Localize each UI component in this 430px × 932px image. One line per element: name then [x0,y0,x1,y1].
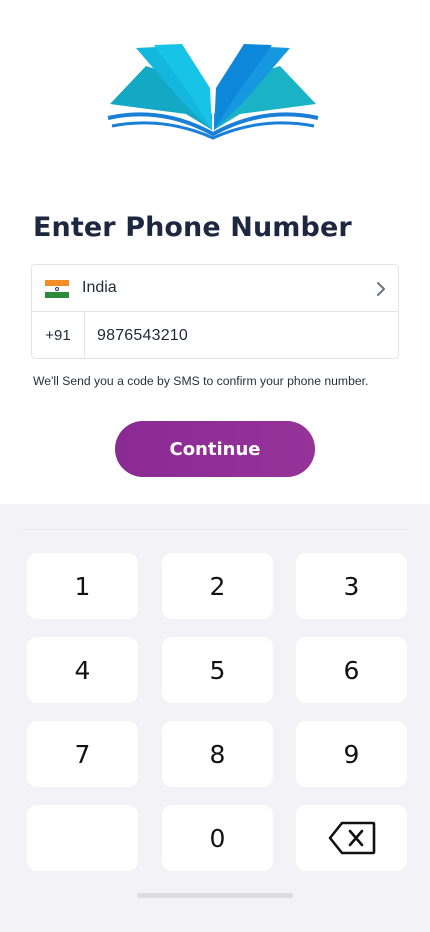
india-flag-icon [45,280,69,298]
country-name: India [82,279,117,296]
dial-code[interactable]: +91 [32,312,85,359]
key-1[interactable]: 1 [27,553,138,619]
numeric-keypad: 1 2 3 4 5 6 7 8 9 0 [0,504,430,932]
key-6[interactable]: 6 [296,637,407,703]
phone-number-row: +91 [32,312,398,359]
key-3[interactable]: 3 [296,553,407,619]
backspace-icon [328,821,375,855]
country-selector[interactable]: India [32,265,398,312]
key-0[interactable]: 0 [162,805,273,871]
home-indicator [137,893,293,898]
continue-button[interactable]: Continue [115,421,315,477]
key-blank [27,805,138,871]
key-7[interactable]: 7 [27,721,138,787]
book-logo-icon [107,44,319,140]
sms-hint-text: We'll Send you a code by SMS to confirm … [33,374,369,388]
page-title: Enter Phone Number [33,212,352,243]
key-5[interactable]: 5 [162,637,273,703]
phone-number-input[interactable] [86,312,398,359]
key-4[interactable]: 4 [27,637,138,703]
key-9[interactable]: 9 [296,721,407,787]
key-2[interactable]: 2 [162,553,273,619]
delete-key[interactable] [296,805,407,871]
keypad-divider [22,529,408,530]
chevron-right-icon [377,282,385,296]
key-8[interactable]: 8 [162,721,273,787]
phone-entry-card: India +91 [31,264,399,359]
